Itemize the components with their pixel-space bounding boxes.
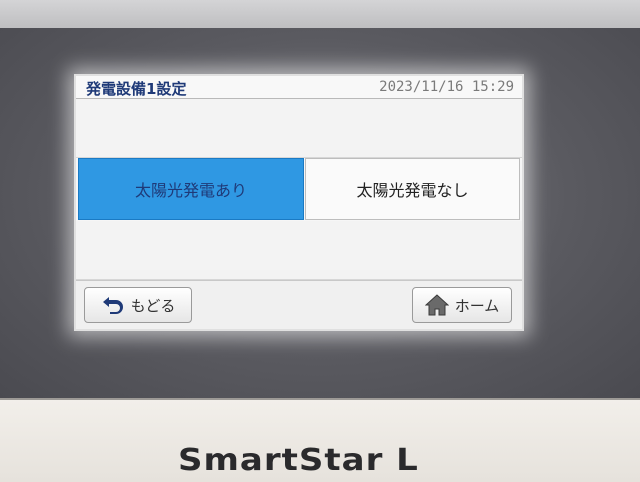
brand-logo: SmartStar L — [178, 442, 419, 478]
datetime-display: 2023/11/16 15:29 — [379, 79, 514, 95]
page-title: 発電設備1設定 — [86, 80, 187, 98]
empty-row-bottom — [76, 221, 522, 280]
back-button[interactable]: もどる — [84, 287, 192, 323]
home-button[interactable]: ホーム — [412, 287, 512, 323]
empty-row-top — [76, 99, 522, 158]
option-label: 太陽光発電あり — [134, 181, 247, 200]
title-bar: 発電設備1設定 2023/11/16 15:29 — [76, 76, 522, 99]
option-label: 太陽光発電なし — [356, 181, 469, 200]
home-label: ホーム — [454, 296, 500, 315]
option-solar-no[interactable]: 太陽光発電なし — [305, 158, 520, 220]
device-top-edge — [0, 0, 640, 30]
return-arrow-icon — [101, 295, 125, 315]
home-icon — [424, 294, 449, 316]
option-solar-yes[interactable]: 太陽光発電あり — [78, 158, 304, 220]
bottom-bar: もどる ホーム — [76, 280, 522, 329]
lcd-screen: 発電設備1設定 2023/11/16 15:29 太陽光発電あり 太陽光発電なし… — [74, 74, 524, 331]
back-label: もどる — [130, 296, 176, 315]
